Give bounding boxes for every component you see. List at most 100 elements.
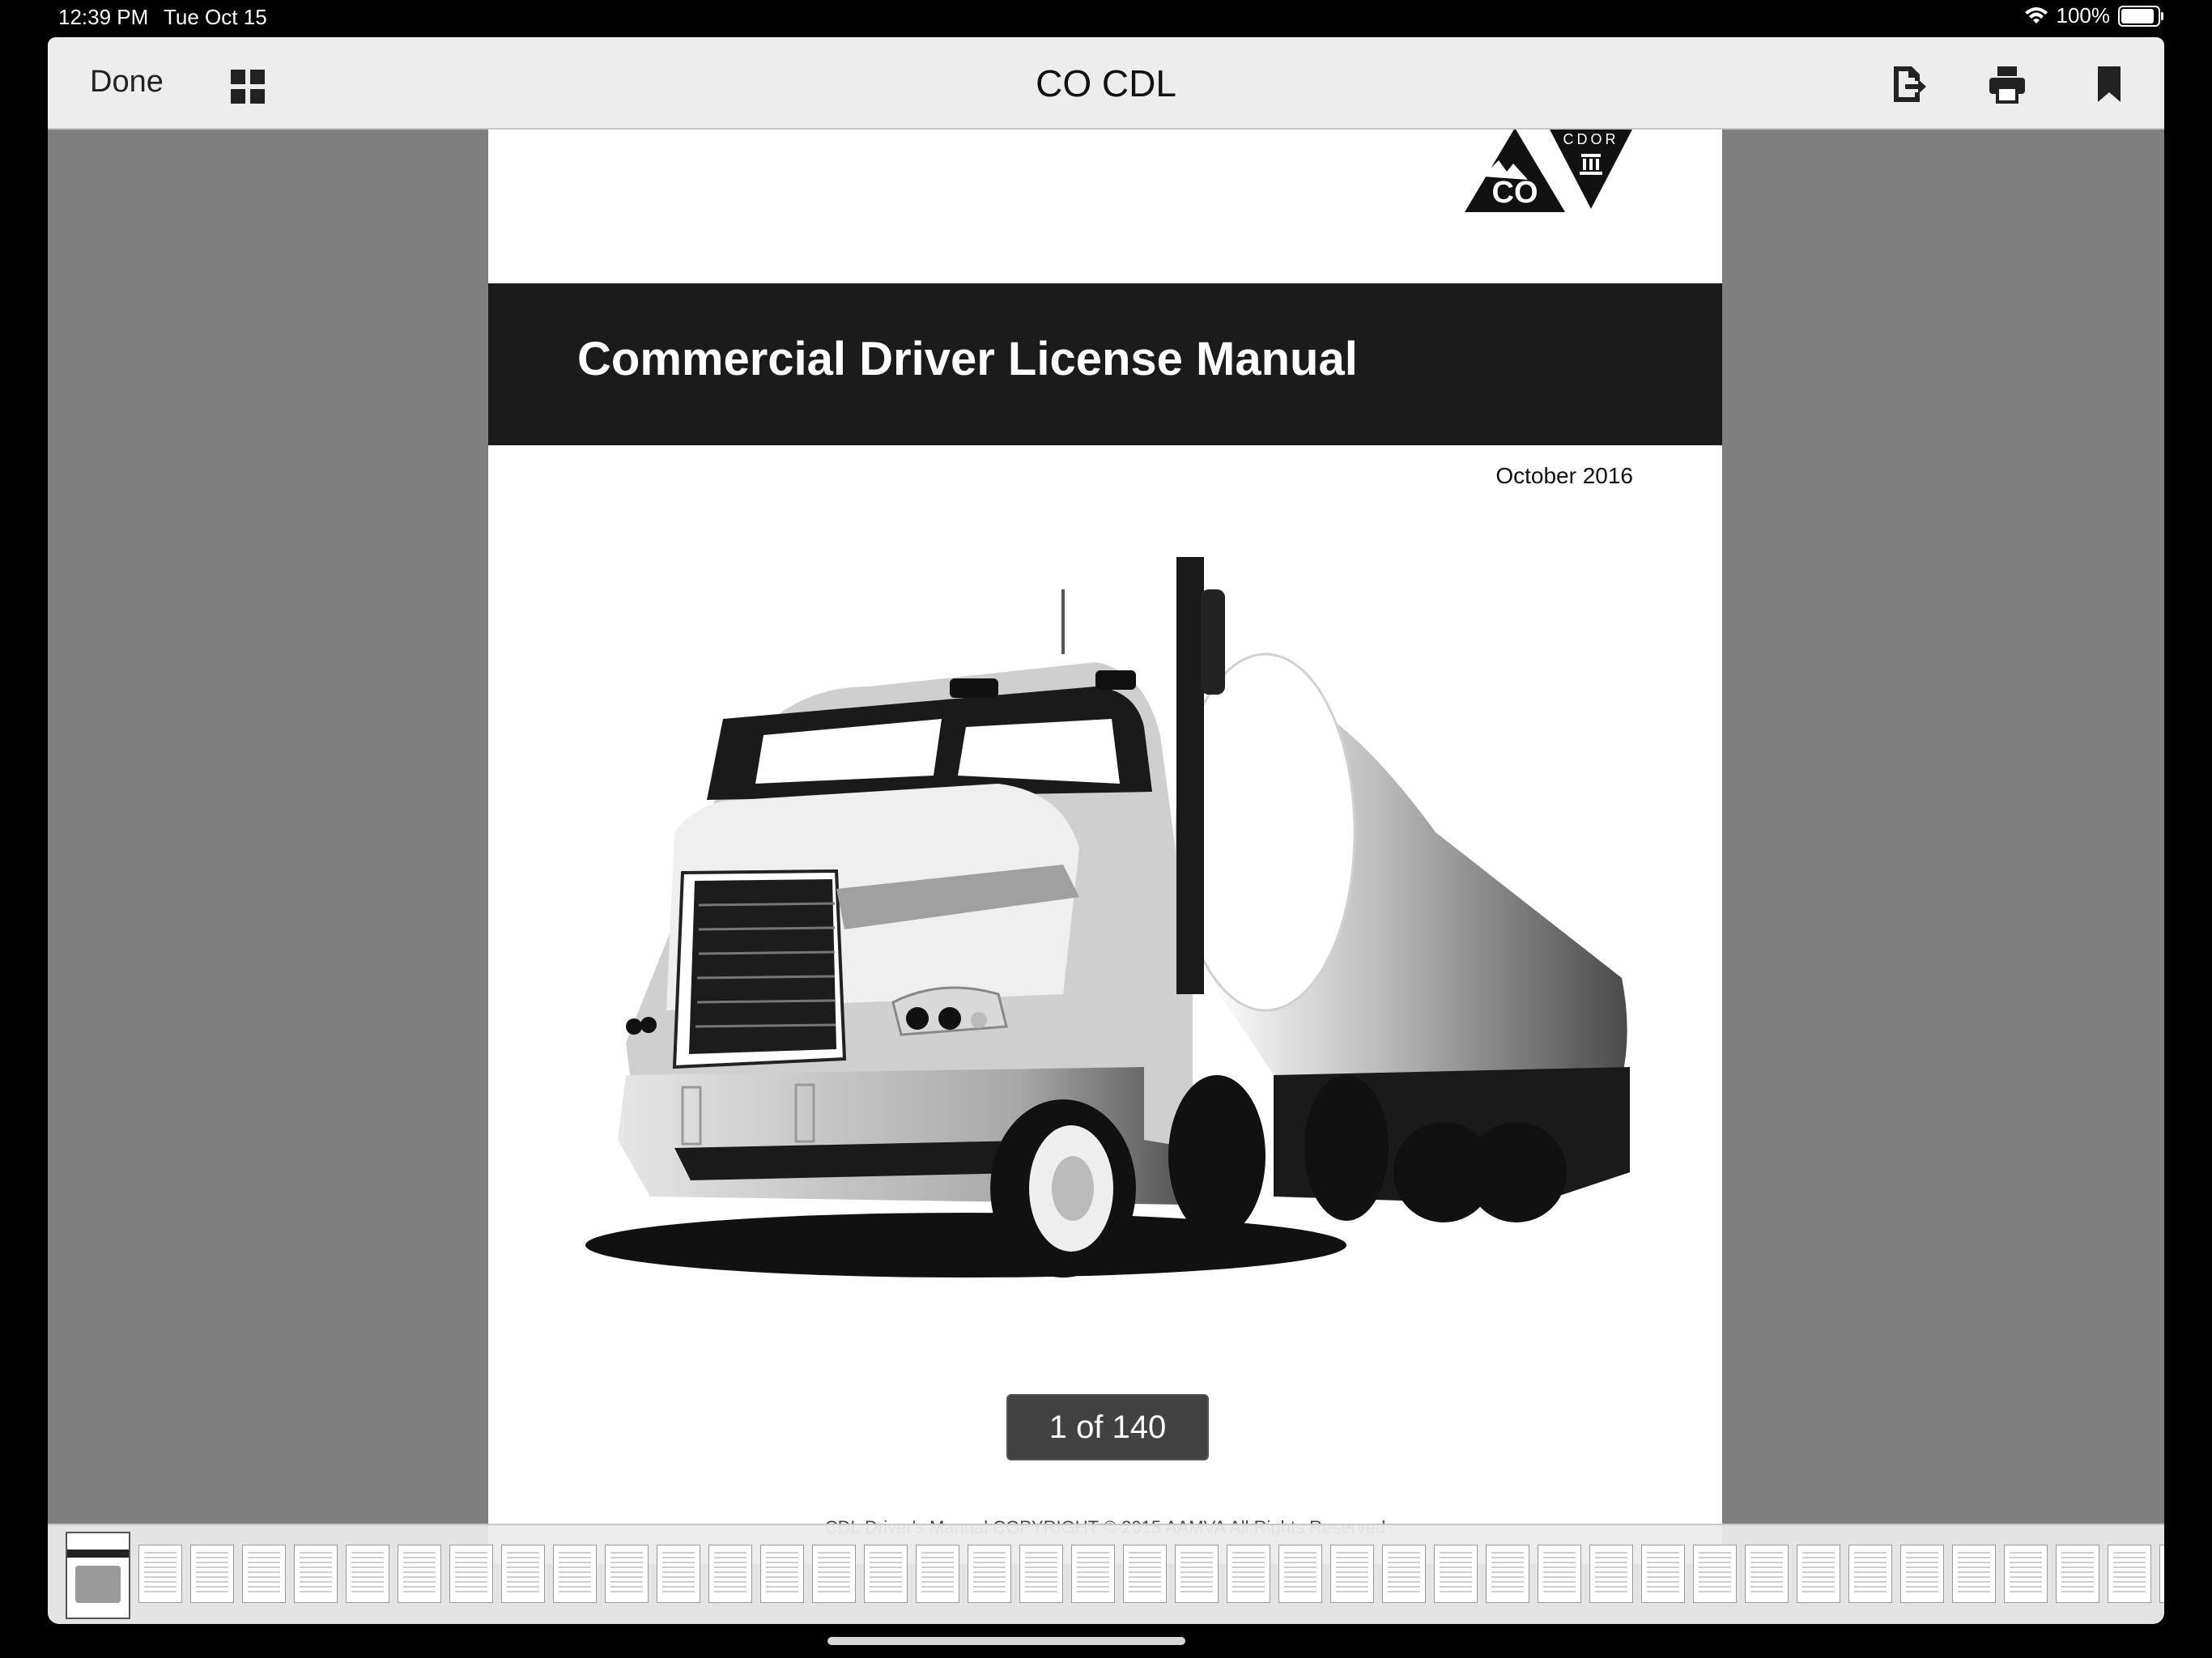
thumbnail[interactable] [1227,1545,1270,1603]
thumbnail-text-lines [662,1552,695,1596]
thumbnail[interactable] [1900,1545,1944,1603]
thumbnail-current[interactable] [66,1532,130,1619]
thumbnail-text-lines [921,1552,954,1596]
thumbnail-text-lines [1077,1552,1109,1596]
thumbnail[interactable] [1019,1545,1063,1603]
thumbnail-text-lines [870,1552,902,1596]
thumbnail[interactable] [1071,1545,1115,1603]
status-bar: 12:39 PM Tue Oct 15 100% [0,0,2212,36]
thumbnail-text-lines [2010,1552,2042,1596]
thumbnail-text-lines [766,1552,798,1596]
thumbnail[interactable] [449,1545,493,1603]
thumbnail-text-lines [1491,1552,1524,1596]
bookmark-icon[interactable] [2091,65,2127,104]
thumbnail[interactable] [916,1545,959,1603]
thumbnail[interactable] [2056,1545,2099,1603]
thumbnail-text-lines [1854,1552,1887,1596]
thumbnail-text-lines [300,1552,332,1596]
thumbnail[interactable] [1486,1545,1529,1603]
thumbnail-list [66,1532,2164,1619]
thumbnail-text-lines [1750,1552,1783,1596]
page-indicator: 1 of 140 [1006,1394,1209,1460]
thumbnail-text-lines [1595,1552,1627,1596]
document-page[interactable]: CO CDOR Commercial Driver License Manual… [488,128,1722,1564]
thumbnail-text-lines [1284,1552,1317,1596]
thumbnail-text-lines [1906,1552,1938,1596]
thumbnail[interactable] [605,1545,649,1603]
battery-percent: 100% [2056,3,2111,28]
title-banner: Commercial Driver License Manual [488,283,1722,445]
thumbnail-banner [67,1550,129,1558]
thumbnail[interactable] [190,1545,234,1603]
thumbnail-text-lines [1440,1552,1472,1596]
thumbnail[interactable] [708,1545,752,1603]
thumbnail-text-lines [1699,1552,1731,1596]
thumbnail-text-lines [1336,1552,1368,1596]
thumbnail[interactable] [864,1545,908,1603]
thumbnail[interactable] [501,1545,545,1603]
thumbnail-strip[interactable] [48,1524,2164,1624]
thumbnail[interactable] [968,1545,1011,1603]
thumbnail-text-lines [1958,1552,1990,1596]
print-icon[interactable] [1989,65,2025,104]
status-right: 100% [2024,3,2163,28]
thumbnail[interactable] [1745,1545,1789,1603]
thumbnail-text-lines [2113,1552,2146,1596]
thumbnail[interactable] [1123,1545,1167,1603]
home-indicator[interactable] [827,1637,1185,1645]
document-title: CO CDL [1036,62,1176,104]
thumbnail[interactable] [398,1545,441,1603]
thumbnail-text-lines [1647,1552,1679,1596]
thumbnail[interactable] [1538,1545,1581,1603]
thumbnail-text-lines [248,1552,280,1596]
thumbnail[interactable] [2108,1545,2151,1603]
thumbnail-text-lines [1129,1552,1161,1596]
thumbnail[interactable] [553,1545,597,1603]
share-icon[interactable] [1891,65,1926,104]
thumbnail[interactable] [2004,1545,2048,1603]
thumbnail[interactable] [1434,1545,1478,1603]
battery-icon [2118,5,2163,27]
thumbnail-truck [75,1566,121,1603]
top-toolbar: Done CO CDL [48,37,2164,130]
thumbnail[interactable] [138,1545,182,1603]
thumbnail-text-lines [196,1552,228,1596]
thumbnail[interactable] [657,1545,700,1603]
thumbnail-text-lines [403,1552,436,1596]
status-date: Tue Oct 15 [164,5,267,29]
thumbnail[interactable] [1589,1545,1633,1603]
logo-text: CDOR [1563,131,1619,147]
thumbnail-text-lines [1543,1552,1576,1596]
thumbnail[interactable] [760,1545,804,1603]
thumbnail[interactable] [1641,1545,1685,1603]
thumbnail-text-lines [1388,1552,1420,1596]
thumbnail[interactable] [294,1545,338,1603]
cdor-logo: CO CDOR [1465,128,1633,212]
battery-fill [2121,8,2154,23]
thumbnail[interactable] [1382,1545,1426,1603]
thumbnail[interactable] [1693,1545,1737,1603]
thumbnail-text-lines [455,1552,487,1596]
thumbnail[interactable] [1278,1545,1322,1603]
thumbnail[interactable] [1848,1545,1892,1603]
thumbnail[interactable] [2159,1545,2164,1603]
thumbnail-text-lines [1232,1552,1265,1596]
thumbnail[interactable] [242,1545,286,1603]
logo-badge-text: CO [1492,176,1538,210]
thumbnail-text-lines [1180,1552,1213,1596]
thumbnail-text-lines [144,1552,177,1596]
thumbnail-text-lines [973,1552,1006,1596]
thumbnail-text-lines [2061,1552,2094,1596]
thumbnail[interactable] [1330,1545,1374,1603]
thumbnail[interactable] [1952,1545,1996,1603]
thumbnail[interactable] [1797,1545,1840,1603]
document-heading: Commercial Driver License Manual [577,333,1358,385]
thumbnail[interactable] [346,1545,389,1603]
wifi-icon [2024,6,2048,23]
pdf-viewer: CO CDOR Commercial Driver License Manual… [48,37,2164,1624]
thumbnail[interactable] [812,1545,856,1603]
truck-illustration [585,557,1630,1278]
thumbnail-text-lines [559,1552,591,1596]
thumbnail[interactable] [1175,1545,1219,1603]
thumbnail-text-lines [507,1552,539,1596]
